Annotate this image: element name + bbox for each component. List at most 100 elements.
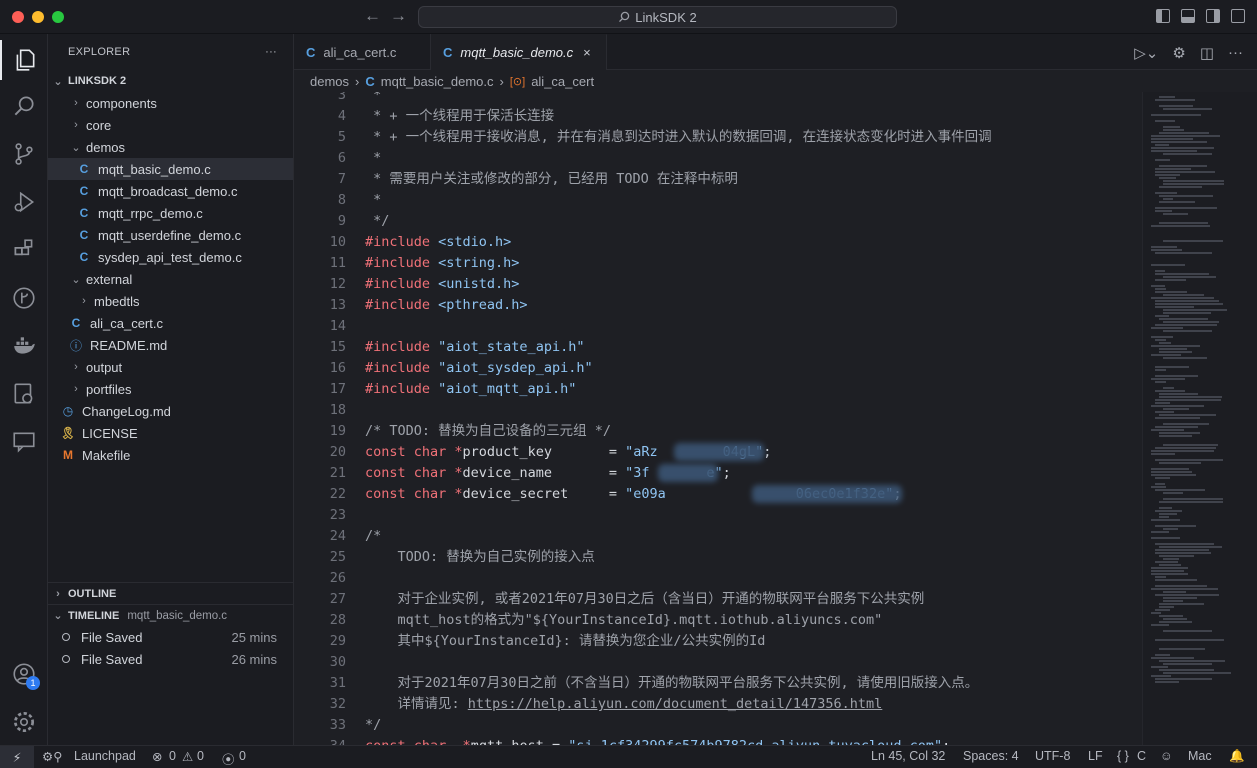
code-line: 8 * xyxy=(294,190,1142,211)
code-text: #include <stdio.h> xyxy=(365,232,511,253)
launchpad-label[interactable]: Launchpad xyxy=(74,749,136,763)
notifications-icon[interactable]: 🔔 xyxy=(1229,749,1245,764)
minimap-line xyxy=(1155,426,1198,428)
explorer-more-actions-icon[interactable]: ··· xyxy=(265,46,277,58)
minimap-line xyxy=(1155,303,1223,305)
breadcrumb-symbol[interactable]: ali_ca_cert xyxy=(531,74,594,89)
tree-item[interactable]: 🎗 LICENSE xyxy=(48,422,293,444)
timeline-section[interactable]: ⌄ TIMELINE mqtt_basic_demo.c xyxy=(48,604,293,626)
warnings-count[interactable]: 0 xyxy=(197,749,204,763)
code-token[interactable]: https://help.aliyun.com/document_detail/… xyxy=(468,696,883,712)
encoding[interactable]: UTF-8 xyxy=(1035,749,1070,763)
source-control-icon[interactable] xyxy=(0,134,48,174)
ports-count[interactable]: 0 xyxy=(239,749,246,763)
tree-item[interactable]: › output xyxy=(48,356,293,378)
more-actions-icon[interactable]: ··· xyxy=(1228,44,1243,62)
code-text: #include "aiot_mqtt_api.h" xyxy=(365,379,576,400)
launchpad-icon[interactable]: ⚙⚲ xyxy=(42,749,62,764)
tab-ali-ca-cert[interactable]: C ali_ca_cert.c xyxy=(294,34,431,70)
minimap-line xyxy=(1155,576,1166,578)
tree-item[interactable]: › portfiles xyxy=(48,378,293,400)
minimap-line xyxy=(1159,621,1192,623)
tab-mqtt-basic-demo[interactable]: C mqtt_basic_demo.c × xyxy=(431,34,607,70)
split-editor-icon[interactable]: ◫ xyxy=(1200,44,1214,62)
toggle-primary-sidebar-icon[interactable] xyxy=(1156,9,1170,23)
command-center-search[interactable]: LinkSDK 2 xyxy=(418,6,897,28)
workspace-root[interactable]: ⌄ LINKSDK 2 xyxy=(48,70,293,92)
close-tab-icon[interactable]: × xyxy=(583,45,591,60)
run-debug-icon[interactable] xyxy=(0,182,48,222)
remote-explorer-icon[interactable] xyxy=(0,374,48,414)
timeline-entry[interactable]: File Saved 25 mins xyxy=(48,626,293,648)
code-text: TODO: 替换为自己实例的接入点 xyxy=(365,547,595,568)
cursor-position[interactable]: Ln 45, Col 32 xyxy=(871,749,945,763)
minimap-line xyxy=(1159,432,1200,434)
maximize-window-button[interactable] xyxy=(52,11,64,23)
minimap-line xyxy=(1163,294,1204,296)
tree-item[interactable]: Cmqtt_basic_demo.c xyxy=(48,158,293,180)
tree-item[interactable]: ◷ ChangeLog.md xyxy=(48,400,293,422)
settings-gear-icon[interactable] xyxy=(0,702,48,742)
status-bar: ⚡ ⚙⚲ Launchpad ⊗ 0 ⚠ 0 ⦿ 0 Ln 45, Col 32… xyxy=(0,745,1257,768)
tree-item[interactable]: › core xyxy=(48,114,293,136)
git-graph-icon[interactable] xyxy=(0,278,48,318)
settings-icon[interactable]: ⚙ xyxy=(1172,44,1185,62)
close-window-button[interactable] xyxy=(12,11,24,23)
errors-count[interactable]: 0 xyxy=(169,749,176,763)
search-icon[interactable] xyxy=(0,86,48,126)
warnings-icon[interactable]: ⚠ xyxy=(182,749,193,764)
remote-indicator-icon[interactable]: ⚡ xyxy=(0,746,34,768)
tree-item[interactable]: Cmqtt_rrpc_demo.c xyxy=(48,202,293,224)
tree-item[interactable]: Cali_ca_cert.c xyxy=(48,312,293,334)
minimap[interactable] xyxy=(1142,92,1257,745)
errors-icon[interactable]: ⊗ xyxy=(152,749,162,764)
back-arrow-icon[interactable]: ← xyxy=(364,6,381,26)
chat-icon[interactable] xyxy=(0,422,48,462)
tree-item[interactable]: ⓘ README.md xyxy=(48,334,293,356)
tree-item[interactable]: › mbedtls xyxy=(48,290,293,312)
indentation[interactable]: Spaces: 4 xyxy=(963,749,1019,763)
language-mode[interactable]: C xyxy=(1137,749,1146,763)
ports-icon[interactable]: ⦿ xyxy=(222,749,235,768)
tree-item[interactable]: Csysdep_api_test_demo.c xyxy=(48,246,293,268)
accounts-icon[interactable]: 1 xyxy=(0,654,48,694)
code-token: #include xyxy=(365,297,439,313)
copilot-icon[interactable]: ☺ xyxy=(1160,749,1173,763)
breadcrumb-file[interactable]: mqtt_basic_demo.c xyxy=(381,74,494,89)
minimap-line xyxy=(1155,144,1169,146)
run-file-icon[interactable]: ▷⌄ xyxy=(1134,44,1158,62)
timeline-entry[interactable]: File Saved 26 mins xyxy=(48,648,293,670)
code-editor[interactable]: 3 * 4 * + 一个线程用于保活长连接 5 * + 一个线程用于接收消息, 并在… xyxy=(294,92,1142,745)
minimap-line xyxy=(1151,474,1196,476)
code-token: */ xyxy=(365,213,390,229)
code-token: <stdio.h> xyxy=(438,234,512,250)
minimap-line xyxy=(1151,537,1180,539)
tree-item[interactable]: › components xyxy=(48,92,293,114)
platform[interactable]: Mac xyxy=(1188,749,1212,763)
tree-item-label: ChangeLog.md xyxy=(82,403,171,419)
minimize-window-button[interactable] xyxy=(32,11,44,23)
line-number: 29 xyxy=(329,633,346,649)
toggle-secondary-sidebar-icon[interactable] xyxy=(1206,9,1220,23)
tree-item[interactable]: ⌄ external xyxy=(48,268,293,290)
forward-arrow-icon[interactable]: → xyxy=(390,6,407,26)
outline-section[interactable]: › OUTLINE xyxy=(48,582,293,604)
minimap-line xyxy=(1159,165,1207,167)
line-number: 20 xyxy=(329,444,346,460)
extensions-icon[interactable] xyxy=(0,230,48,270)
minimap-line xyxy=(1155,252,1212,254)
tree-item[interactable]: M Makefile xyxy=(48,444,293,466)
toggle-panel-icon[interactable] xyxy=(1181,9,1195,23)
docker-icon[interactable] xyxy=(0,326,48,366)
minimap-line xyxy=(1151,264,1185,266)
minimap-line xyxy=(1155,279,1186,281)
minimap-line xyxy=(1159,96,1175,98)
explorer-icon[interactable] xyxy=(0,40,48,80)
tree-item[interactable]: Cmqtt_broadcast_demo.c xyxy=(48,180,293,202)
customize-layout-icon[interactable] xyxy=(1231,9,1245,23)
end-of-line[interactable]: LF xyxy=(1088,749,1103,763)
breadcrumb-folder[interactable]: demos xyxy=(310,74,349,89)
tree-item[interactable]: ⌄ demos xyxy=(48,136,293,158)
code-line: 14 xyxy=(294,316,1142,337)
tree-item[interactable]: Cmqtt_userdefine_demo.c xyxy=(48,224,293,246)
